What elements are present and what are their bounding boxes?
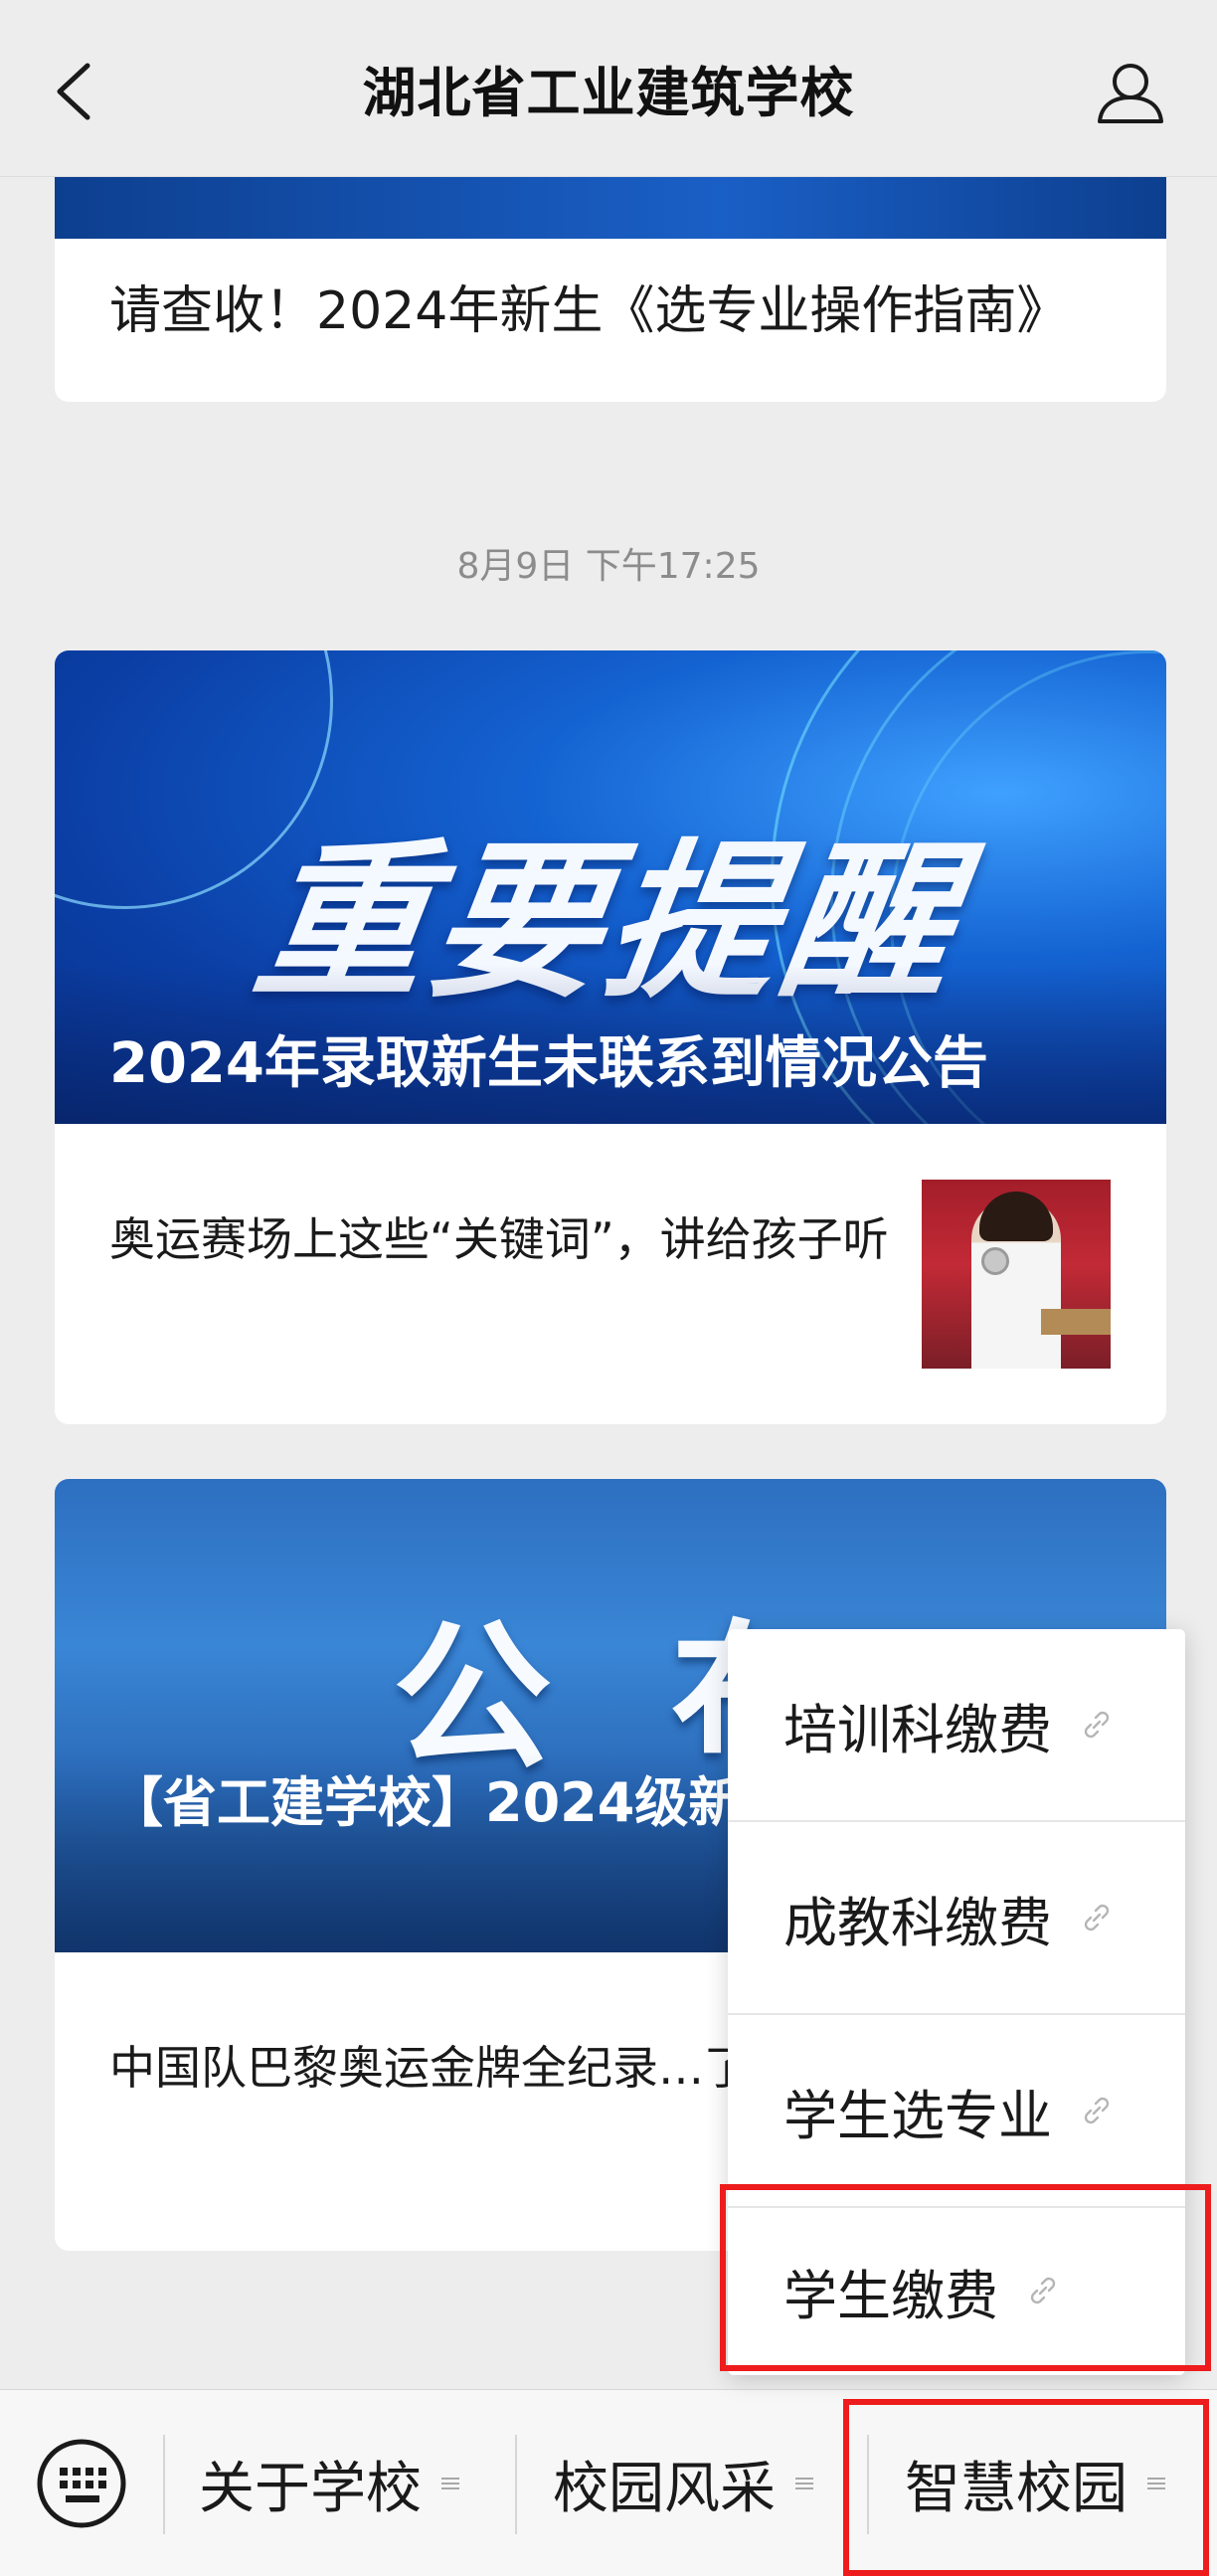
message-timestamp: 8月9日 下午17:25 (456, 546, 761, 587)
article-headline: 请查收！2024年新生《选专业操作指南》 (109, 281, 1069, 341)
article-sub-item-title[interactable]: 奥运赛场上这些“关键词”，讲给孩子听 (109, 1207, 925, 1271)
link-icon (1084, 2097, 1110, 2124)
submenu-item-adult-edu-fee[interactable]: 成教科缴费 (728, 1822, 1185, 2013)
highlight-box-student-payment (720, 2184, 1211, 2371)
menu-item-label: 关于学校 (199, 2456, 422, 2521)
article-headline: 2024年录取新生未联系到情况公告 (109, 1031, 988, 1096)
highlight-box-smart-campus (843, 2399, 1209, 2576)
top-nav-bar: 湖北省工业建筑学校 (0, 0, 1217, 177)
link-icon (1084, 1904, 1110, 1932)
submenu-lines-icon (441, 2478, 459, 2489)
submenu-item-choose-major[interactable]: 学生选专业 (728, 2015, 1185, 2206)
menu-item-campus-style[interactable]: 校园风采 (553, 2390, 815, 2576)
article-card-guide[interactable]: 请查收！2024年新生《选专业操作指南》 (55, 149, 1166, 402)
back-arrow-icon[interactable] (52, 62, 95, 121)
submenu-item-label: 培训科缴费 (783, 1698, 1052, 1761)
submenu-lines-icon (795, 2478, 813, 2489)
keyboard-toggle-icon[interactable] (36, 2438, 127, 2529)
menu-item-label: 校园风采 (553, 2456, 776, 2521)
menu-item-about-school[interactable]: 关于学校 (199, 2390, 461, 2576)
submenu-item-training-fee[interactable]: 培训科缴费 (728, 1629, 1185, 1820)
page-title: 湖北省工业建筑学校 (362, 62, 855, 124)
submenu-item-label: 学生选专业 (783, 2084, 1052, 2147)
link-icon (1084, 1711, 1110, 1739)
article-card-reminder[interactable]: 重要提醒 2024年录取新生未联系到情况公告 奥运赛场上这些“关键词”，讲给孩子… (55, 650, 1166, 1424)
submenu-item-label: 成教科缴费 (783, 1891, 1052, 1954)
article-banner-image: 重要提醒 2024年录取新生未联系到情况公告 (55, 650, 1166, 1124)
user-profile-icon[interactable] (1096, 62, 1165, 125)
article-thumbnail-image (922, 1180, 1111, 1369)
